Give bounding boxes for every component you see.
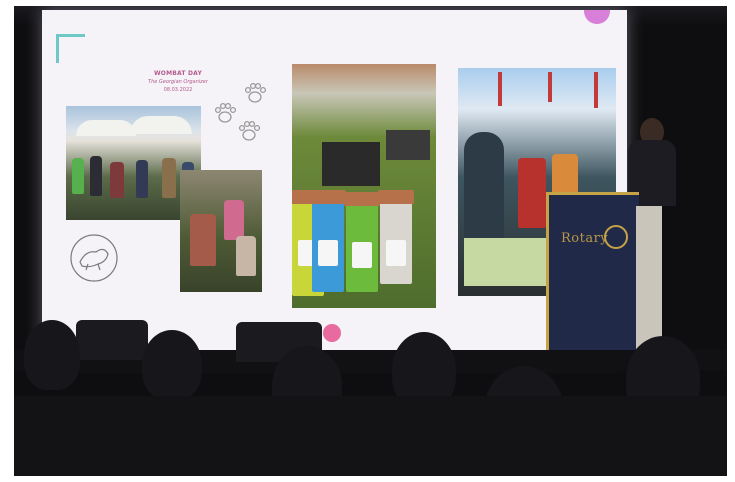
paw-print-icon [242,80,268,106]
stage-monitor [76,320,148,360]
event-photo: WOMBAT DAY The Georgian Organizer 08.03.… [14,6,727,476]
slide-title-block: WOMBAT DAY The Georgian Organizer 08.03.… [118,70,238,93]
children-activity-photo [180,170,262,292]
animal-outline-icon [68,232,120,284]
slide-subtitle: The Georgian Organizer [148,79,208,85]
podium-brand: Rotary [561,231,609,246]
recycling-bins-photo [292,64,436,308]
audience-foreground [14,396,727,476]
podium: Rotary [546,192,639,365]
audience-head [142,330,202,400]
slide-title: WOMBAT DAY [153,70,203,77]
pink-dot-decoration [323,324,341,342]
paw-print-icon [212,100,238,126]
rotary-wheel-icon [604,225,628,249]
audience-head [24,320,80,390]
slide-date: 08.03.2022 [163,87,193,93]
paw-print-icon [236,118,262,144]
corner-bracket-decoration [56,34,85,63]
purple-dot-decoration [584,10,610,24]
projection-screen: WOMBAT DAY The Georgian Organizer 08.03.… [42,10,627,358]
